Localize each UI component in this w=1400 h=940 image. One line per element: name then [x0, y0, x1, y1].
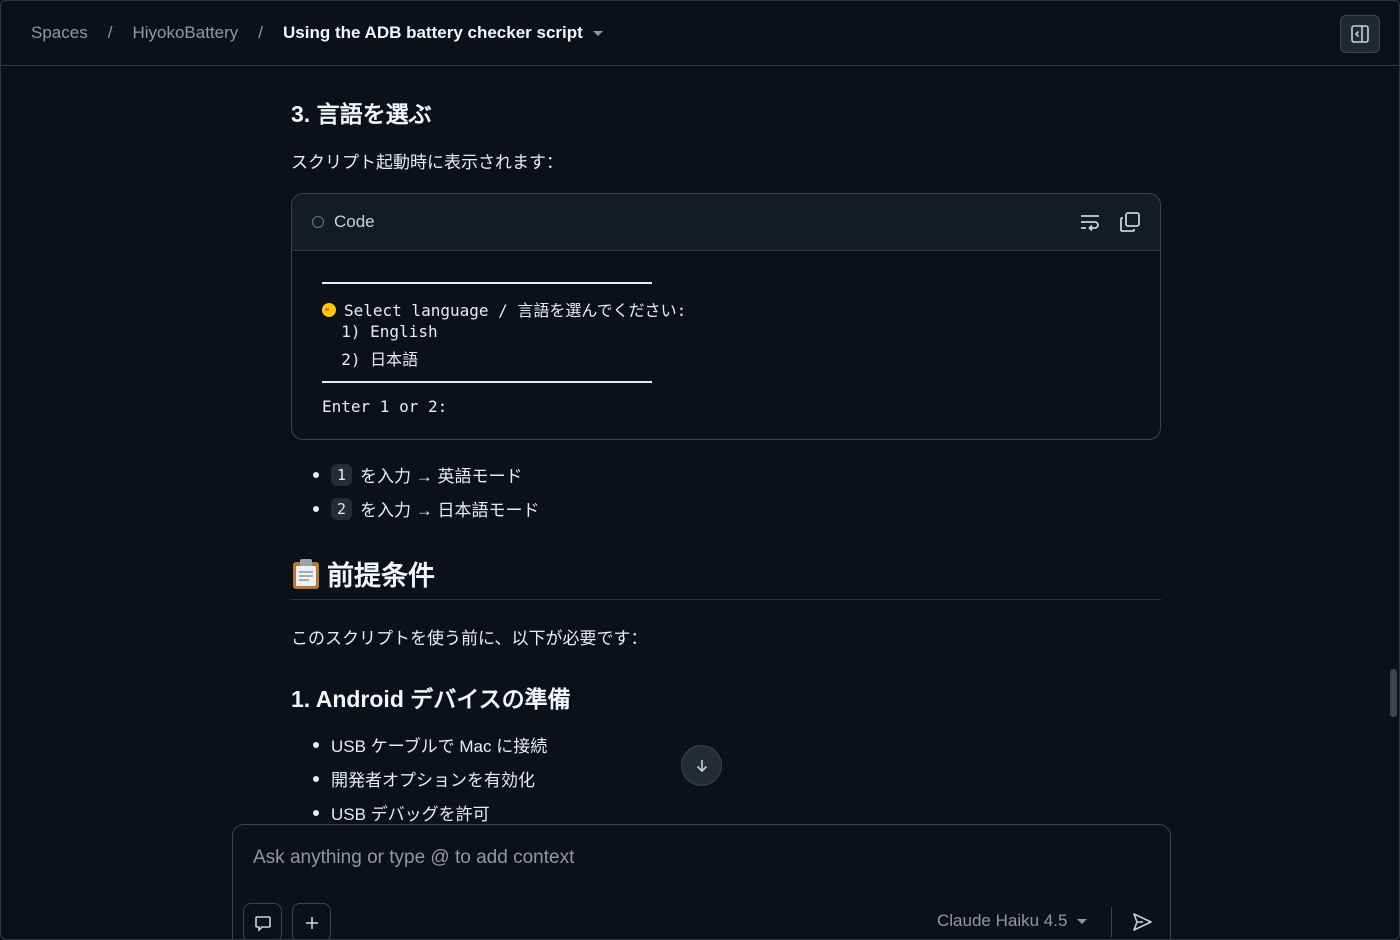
chat-bubble-icon: [254, 915, 271, 932]
arrow-down-icon: [696, 759, 707, 772]
plus-icon: [305, 916, 318, 929]
divider: [1111, 907, 1112, 937]
inline-code: 1: [331, 463, 353, 486]
code-line: 1) English: [322, 322, 438, 341]
bullet: [313, 741, 319, 748]
section-intro: このスクリプトを使う前に、以下が必要です：: [291, 629, 648, 648]
breadcrumb-separator: /: [258, 23, 263, 42]
send-icon: [1133, 913, 1152, 931]
chat-composer: Claude Haiku 4.5: [232, 824, 1171, 939]
top-bar: Spaces / HiyokoBattery / Using the ADB b…: [1, 1, 1399, 66]
section-intro: スクリプト起動時に表示されます：: [291, 153, 563, 172]
list-item-text: を入力 → 英語モード: [360, 467, 523, 486]
list-item: 開発者オプションを有効化: [291, 766, 535, 791]
chick-icon: [322, 303, 336, 317]
add-context-button[interactable]: [292, 903, 331, 939]
clipboard-icon: [293, 558, 319, 589]
list-item-text: 開発者オプションを有効化: [331, 771, 535, 790]
model-selector[interactable]: Claude Haiku 4.5: [937, 911, 1088, 931]
list-item-text: を入力 → 日本語モード: [360, 501, 540, 520]
breadcrumb-separator: /: [107, 23, 113, 42]
mode-button[interactable]: [243, 903, 282, 939]
list-item: USB デバッグを許可: [291, 800, 490, 825]
send-button[interactable]: [1127, 907, 1157, 937]
breadcrumb-spaces[interactable]: Spaces: [31, 23, 88, 43]
inline-code: 2: [331, 497, 353, 520]
list-item: 2 を入力 → 日本語モード: [291, 496, 539, 521]
chevron-down-icon: [1077, 918, 1088, 924]
toggle-panel-button[interactable]: [1340, 15, 1380, 53]
code-rule: [322, 381, 652, 383]
bullet: [313, 775, 319, 782]
app-frame: Spaces / HiyokoBattery / Using the ADB b…: [0, 0, 1400, 940]
copy-icon[interactable]: [1118, 210, 1142, 234]
code-line: 2) 日本語: [322, 350, 419, 369]
conversation-title[interactable]: Using the ADB battery checker script: [283, 23, 583, 43]
wrap-lines-icon[interactable]: [1078, 210, 1102, 234]
prompt-input[interactable]: [253, 847, 1133, 869]
section-heading-language: 3. 言語を選ぶ: [291, 101, 432, 127]
code-rule: [322, 282, 652, 284]
subsection-heading: 1. Android デバイスの準備: [291, 686, 571, 712]
scroll-to-bottom-button[interactable]: [681, 745, 722, 786]
code-status-icon: [312, 216, 324, 228]
list-item-text: USB ケーブルで Mac に接続: [331, 737, 548, 756]
list-item: USB ケーブルで Mac に接続: [291, 732, 547, 757]
code-block-header: Code: [292, 194, 1160, 251]
list-item-text: USB デバッグを許可: [331, 805, 490, 824]
model-name: Claude Haiku 4.5: [937, 911, 1068, 930]
section-heading-text: 前提条件: [327, 561, 435, 591]
chevron-down-icon[interactable]: [592, 30, 603, 36]
code-line: Enter 1 or 2:: [322, 397, 448, 416]
bullet: [313, 471, 319, 478]
bullet: [313, 505, 319, 512]
breadcrumb-space[interactable]: HiyokoBattery: [132, 23, 238, 43]
heading-divider: [291, 599, 1161, 600]
sidebar-panel-icon: [1351, 25, 1369, 43]
section-heading-prereq: 前提条件: [291, 554, 435, 593]
bullet: [313, 809, 319, 816]
code-block-title: Code: [334, 212, 375, 231]
code-block: Code Select language / 言語を選んでください: 1) En…: [291, 193, 1161, 440]
scrollbar-thumb[interactable]: [1390, 669, 1397, 717]
code-line: Select language / 言語を選んでください:: [322, 297, 686, 321]
list-item: 1 を入力 → 英語モード: [291, 462, 522, 487]
